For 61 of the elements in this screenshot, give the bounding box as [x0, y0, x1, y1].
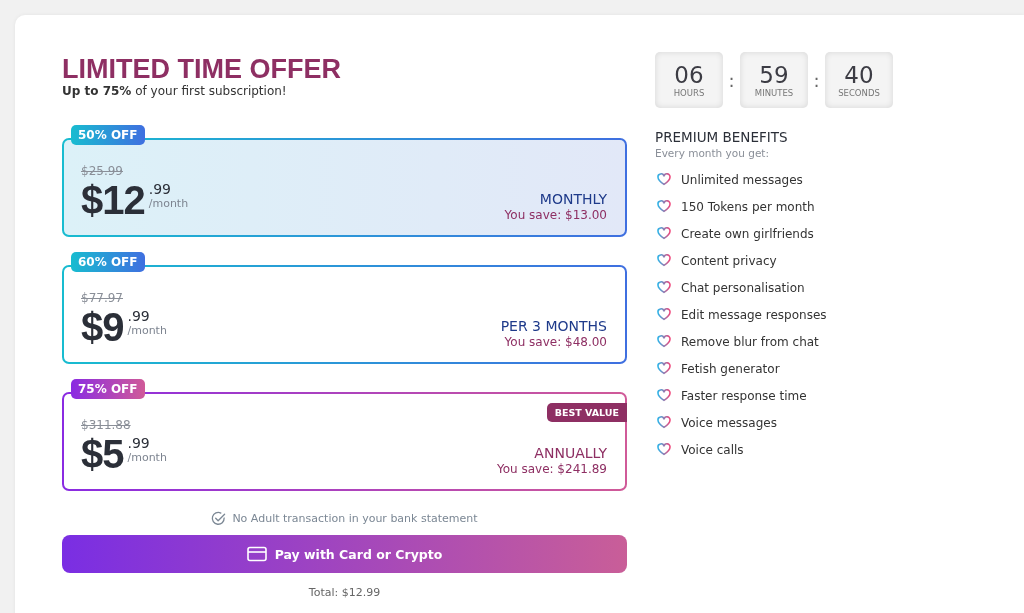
benefit-text: Edit message responses [681, 307, 827, 322]
discount-badge: 75% OFF [71, 379, 145, 399]
price-cents: .99 [127, 309, 151, 324]
notice-text: No Adult transaction in your bank statement [232, 512, 478, 525]
heart-icon [657, 389, 671, 402]
timer-separator: : [727, 69, 736, 91]
price: $5 [81, 432, 124, 476]
heart-icon [657, 335, 671, 348]
old-price: $311.88 [81, 418, 132, 432]
benefit-text: Unlimited messages [681, 172, 803, 187]
price-cents: .99 [127, 436, 151, 451]
savings-text: You save: $48.00 [504, 335, 607, 349]
benefit-text: Voice calls [681, 442, 744, 457]
savings-text: You save: $13.00 [504, 208, 607, 222]
benefit-text: Fetish generator [681, 361, 780, 376]
timer-value: 06 [674, 62, 704, 88]
price: $9 [81, 305, 124, 349]
heart-icon [657, 443, 671, 456]
timer-value: 40 [844, 62, 874, 88]
heart-icon [657, 173, 671, 186]
plan-period: PER 3 MONTHS [500, 318, 607, 334]
offer-title: LIMITED TIME OFFER [62, 55, 342, 83]
benefit-text: Voice messages [681, 415, 777, 430]
price-unit: /month [148, 197, 189, 210]
check-circle-icon [211, 511, 227, 526]
price-unit: /month [127, 324, 167, 337]
discount-badge: 60% OFF [71, 252, 145, 272]
total-text: Total: $12.99 [307, 586, 382, 599]
best-value-badge: BEST VALUE [546, 403, 627, 422]
old-price: $77.97 [81, 291, 124, 305]
price: $12 [81, 178, 145, 222]
timer-unit: SECONDS [838, 88, 880, 98]
heart-icon [657, 227, 671, 240]
timer-separator: : [812, 69, 821, 91]
plan-period: MONTHLY [539, 191, 607, 207]
benefits-title: PREMIUM BENEFITS [655, 129, 789, 145]
timer-unit: HOURS [673, 88, 705, 98]
benefit-text: Content privacy [681, 253, 777, 268]
benefit-text: Create own girlfriends [681, 226, 814, 241]
price-unit: /month [127, 451, 167, 464]
price-cents: .99 [148, 182, 172, 197]
heart-icon [657, 416, 671, 429]
benefit-text: Remove blur from chat [681, 334, 819, 349]
heart-icon [657, 254, 671, 267]
benefit-text: Chat personalisation [681, 280, 805, 295]
heart-icon [657, 362, 671, 375]
benefit-text: Faster response time [681, 388, 807, 403]
plan-period: ANNUALLY [534, 445, 607, 461]
savings-text: You save: $241.89 [496, 462, 607, 476]
benefits-subtitle: Every month you get: [655, 147, 770, 159]
credit-card-icon [246, 546, 267, 562]
timer-unit: MINUTES [754, 88, 794, 98]
heart-icon [657, 281, 671, 294]
heart-icon [657, 200, 671, 213]
heart-icon [657, 308, 671, 321]
pay-button[interactable]: Pay with Card or Crypto [62, 535, 627, 573]
discount-badge: 50% OFF [71, 125, 145, 145]
old-price: $25.99 [81, 164, 124, 178]
timer-value: 59 [759, 62, 789, 88]
benefit-text: 150 Tokens per month [681, 199, 815, 214]
offer-subtitle: Up to 75% of your first subscription! [62, 84, 288, 98]
